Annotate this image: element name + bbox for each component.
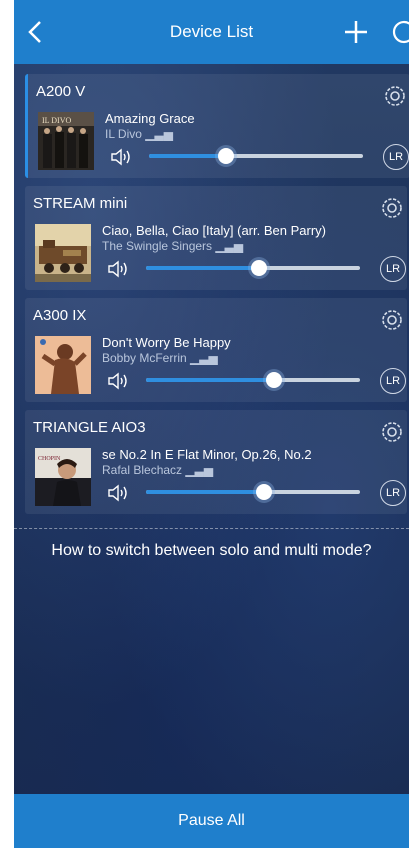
channel-lr-button[interactable]: LR — [380, 256, 406, 282]
volume-slider[interactable] — [146, 372, 360, 388]
artist-name: Rafal Blechacz ▁▃▅ — [102, 463, 213, 477]
pause-all-button[interactable]: Pause All — [14, 794, 409, 848]
playing-bars-icon: ▁▃▅ — [185, 463, 214, 477]
device-name: A300 IX — [33, 307, 87, 324]
playing-bars-icon: ▁▃▅ — [190, 351, 218, 365]
device-card[interactable]: TRIANGLE AIO3 CHOPIN se No.2 In E Flat M… — [25, 410, 407, 514]
volume-slider[interactable] — [146, 484, 360, 500]
song-title: Amazing Grace — [105, 111, 195, 126]
speaker-volume-icon[interactable] — [107, 372, 129, 390]
settings-gear-icon[interactable] — [378, 306, 406, 334]
volume-slider-fill — [146, 266, 260, 270]
album-cover-train — [35, 224, 91, 282]
settings-gear-icon[interactable] — [378, 194, 406, 222]
artist-label: The Swingle Singers — [102, 239, 213, 253]
volume-slider-knob[interactable] — [218, 148, 235, 164]
artist-name: The Swingle Singers ▁▃▅ — [102, 239, 243, 253]
song-title: se No.2 In E Flat Minor, Op.26, No.2 — [102, 447, 312, 462]
device-name: A200 V — [36, 83, 86, 100]
volume-slider-knob[interactable] — [266, 372, 283, 388]
song-title: Ciao, Bella, Ciao [Italy] (arr. Ben Parr… — [102, 223, 326, 238]
artist-label: Bobby McFerrin — [102, 351, 187, 365]
volume-slider-fill — [146, 490, 264, 494]
app-screen: Device List A200 V IL DIVO Amazing Grace… — [14, 0, 409, 848]
volume-slider-fill — [146, 378, 275, 382]
volume-slider-fill — [149, 154, 227, 158]
speaker-volume-icon[interactable] — [107, 484, 129, 502]
top-bar: Device List — [14, 0, 409, 64]
volume-slider[interactable] — [146, 260, 360, 276]
device-card[interactable]: A300 IX Don't Worry Be Happy Bobby McFer… — [25, 298, 407, 402]
settings-gear-icon[interactable] — [378, 418, 406, 446]
svg-text:CHOPIN: CHOPIN — [38, 456, 61, 462]
playing-bars-icon: ▁▃▅ — [215, 239, 244, 253]
song-title: Don't Worry Be Happy — [102, 335, 231, 350]
settings-gear-icon[interactable] — [381, 82, 409, 110]
channel-lr-button[interactable]: LR — [383, 144, 409, 170]
album-cover-chopin: CHOPIN — [35, 448, 91, 506]
playing-bars-icon: ▁▃▅ — [145, 127, 173, 141]
volume-slider-knob[interactable] — [251, 260, 268, 276]
volume-slider-knob[interactable] — [255, 484, 272, 500]
svg-text:IL DIVO: IL DIVO — [42, 116, 71, 125]
add-device-icon[interactable] — [342, 15, 370, 49]
mode-help-link[interactable]: How to switch between solo and multi mod… — [14, 542, 409, 560]
device-name: STREAM mini — [33, 195, 128, 212]
speaker-volume-icon[interactable] — [107, 260, 129, 278]
device-name: TRIANGLE AIO3 — [33, 419, 146, 436]
artist-name: IL Divo ▁▃▅ — [105, 127, 173, 141]
refresh-icon[interactable] — [392, 17, 409, 47]
device-card[interactable]: A200 V IL DIVO Amazing Grace IL Divo ▁▃▅ — [25, 74, 409, 178]
section-divider — [14, 528, 409, 529]
device-card[interactable]: STREAM mini Ciao, Bella, Ciao [Italy] (a… — [25, 186, 407, 290]
artist-name: Bobby McFerrin ▁▃▅ — [102, 351, 218, 365]
speaker-volume-icon[interactable] — [110, 148, 132, 166]
artist-label: Rafal Blechacz — [102, 463, 183, 477]
volume-slider[interactable] — [149, 148, 363, 164]
album-cover-mcferrin — [35, 336, 91, 394]
album-cover-il-divo: IL DIVO — [38, 112, 94, 170]
pause-all-label: Pause All — [178, 812, 245, 829]
channel-lr-button[interactable]: LR — [380, 480, 406, 506]
artist-label: IL Divo — [105, 127, 142, 141]
channel-lr-button[interactable]: LR — [380, 368, 406, 394]
